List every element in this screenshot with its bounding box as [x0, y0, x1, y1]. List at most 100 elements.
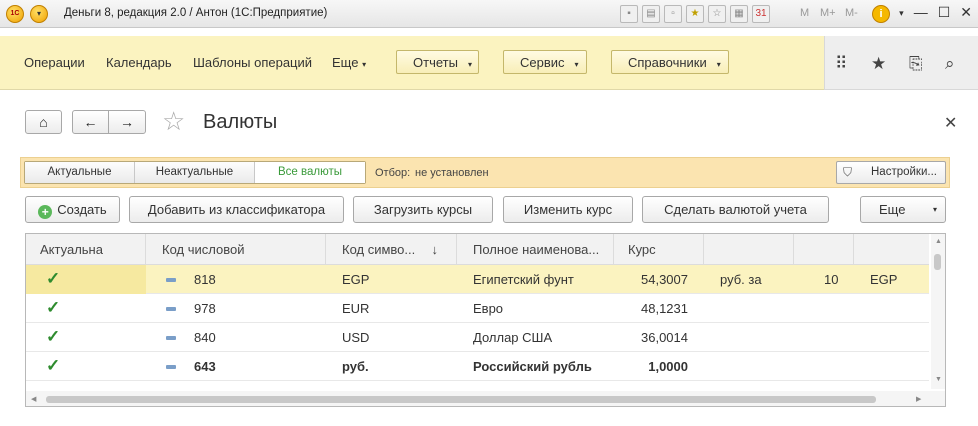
favorites-star-icon[interactable]: ★: [871, 54, 886, 74]
add-icon: +: [38, 205, 53, 219]
selected-cell: [26, 265, 146, 294]
memory-subtract-button[interactable]: M-: [845, 7, 858, 19]
reports-label: Отчеты: [413, 55, 458, 70]
cell-symbol: USD: [342, 330, 370, 345]
cell-name: Евро: [473, 301, 504, 316]
memory-add-button[interactable]: M+: [820, 7, 836, 19]
currency-table: Актуальна Код числовой Код симво... ↓ Пол…: [25, 233, 946, 407]
check-icon: ✓: [46, 269, 61, 288]
add-from-classifier-button[interactable]: Добавить из классификатора: [129, 196, 344, 223]
column-header-mult[interactable]: [794, 234, 854, 265]
service-label: Сервис: [520, 55, 565, 70]
window-title: Деньги 8, редакция 2.0 / Антон (1С:Предп…: [64, 7, 328, 19]
favorites-icon[interactable]: ☆: [708, 5, 726, 23]
check-icon: ✓: [46, 298, 61, 317]
column-header-unit[interactable]: [704, 234, 794, 265]
cell-rate: 1,0000: [648, 359, 688, 374]
dropdown-icon[interactable]: ▾: [899, 4, 904, 22]
home-button[interactable]: ⌂: [25, 110, 62, 134]
memory-button[interactable]: M: [800, 7, 809, 19]
close-icon[interactable]: ✕: [960, 4, 972, 22]
segment-all[interactable]: Все валюты: [255, 162, 365, 183]
horizontal-scrollbar[interactable]: ◀ ▶: [26, 391, 945, 406]
print-icon[interactable]: ▤: [642, 5, 660, 23]
favorite-add-icon[interactable]: ★: [686, 5, 704, 23]
cell-code: 978: [194, 301, 216, 316]
cell-symbol: руб.: [342, 359, 369, 374]
section-link-templates[interactable]: Шаблоны операций: [193, 55, 312, 70]
history-icon[interactable]: ⎘: [909, 54, 923, 74]
info-icon[interactable]: i: [872, 5, 890, 23]
cell-unit: руб. за: [720, 272, 762, 287]
make-accounting-currency-button[interactable]: Сделать валютой учета: [642, 196, 829, 223]
table-row[interactable]: ✓ 840 USD Доллар США 36,0014: [26, 323, 929, 352]
horizontal-scroll-thumb[interactable]: [46, 396, 876, 403]
cell-name: Египетский фунт: [473, 272, 574, 287]
column-header-code-symbol[interactable]: Код симво... ↓: [326, 234, 457, 265]
load-rates-button[interactable]: Загрузить курсы: [353, 196, 493, 223]
toolbar-icons: ▪ ▤ ▫ ★ ☆ ▦ 31: [620, 5, 770, 23]
preview-icon[interactable]: ▫: [664, 5, 682, 23]
segment-group: Актуальные Неактуальные Все валюты: [24, 161, 366, 184]
currency-status-icon: [166, 278, 176, 282]
section-link-operations[interactable]: Операции: [24, 55, 85, 70]
calculator-icon[interactable]: ▦: [730, 5, 748, 23]
column-header-base[interactable]: [854, 234, 929, 265]
scroll-right-icon[interactable]: ▶: [916, 395, 921, 403]
column-header-actual[interactable]: Актуальна: [26, 234, 146, 265]
favorite-star-icon[interactable]: ☆: [162, 106, 185, 137]
create-button[interactable]: + Создать: [25, 196, 120, 223]
chevron-down-icon: ▾: [467, 60, 472, 69]
scroll-down-icon[interactable]: ▼: [935, 376, 942, 383]
section-link-calendar[interactable]: Календарь: [106, 55, 172, 70]
arrow-left-icon: ←: [83, 114, 98, 130]
filter-settings-icon: ⛉: [843, 165, 853, 179]
cell-name: Доллар США: [473, 330, 553, 345]
check-icon: ✓: [46, 327, 61, 346]
service-button[interactable]: Сервис ▾: [503, 50, 587, 74]
search-icon[interactable]: ⌕: [945, 54, 955, 74]
check-icon: ✓: [46, 356, 61, 375]
table-row[interactable]: ✓ 818 EGP Египетский фунт 54,3007 руб. з…: [26, 265, 929, 294]
save-icon[interactable]: ▪: [620, 5, 638, 23]
back-button[interactable]: ←: [72, 110, 109, 134]
column-header-code-numeric[interactable]: Код числовой: [146, 234, 326, 265]
table-row[interactable]: ✓ 978 EUR Евро 48,1231: [26, 294, 929, 323]
scroll-up-icon[interactable]: ▲: [935, 238, 942, 245]
scroll-left-icon[interactable]: ◀: [31, 395, 36, 403]
change-rate-button[interactable]: Изменить курс: [503, 196, 633, 223]
page-title: Валюты: [203, 111, 278, 133]
segment-inactual[interactable]: Неактуальные: [135, 162, 255, 183]
app-logo-icon[interactable]: 1C: [6, 5, 24, 23]
vertical-scroll-thumb[interactable]: [934, 254, 941, 270]
cell-code: 643: [194, 359, 216, 374]
window-titlebar: 1C ▾ Деньги 8, редакция 2.0 / Антон (1С:…: [0, 0, 978, 28]
section-link-more[interactable]: Еще ▾: [332, 55, 366, 70]
more-actions-button[interactable]: Еще ▾: [860, 196, 946, 223]
settings-button[interactable]: ⛉ Настройки...: [836, 161, 946, 184]
calendar-icon[interactable]: 31: [752, 5, 770, 23]
column-header-rate[interactable]: Курс: [614, 234, 704, 265]
chevron-down-icon: ▾: [574, 60, 579, 69]
table-row[interactable]: ✓ 643 руб. Российский рубль 1,0000: [26, 352, 929, 381]
maximize-icon[interactable]: ☐: [938, 4, 951, 22]
forward-button[interactable]: →: [108, 110, 146, 134]
cell-rate: 48,1231: [641, 301, 688, 316]
main-menu-icon[interactable]: ▾: [30, 5, 48, 23]
settings-label: Настройки...: [871, 166, 937, 178]
filter-value[interactable]: не установлен: [415, 167, 489, 179]
sort-desc-icon: ↓: [431, 242, 439, 257]
chevron-down-icon: ▾: [716, 60, 721, 69]
vertical-scrollbar[interactable]: ▲ ▼: [931, 234, 945, 389]
currency-status-icon: [166, 307, 176, 311]
column-header-full-name[interactable]: Полное наименова...: [457, 234, 614, 265]
cell-base: EGP: [870, 272, 898, 287]
references-button[interactable]: Справочники ▾: [611, 50, 729, 74]
code-symbol-label: Код симво...: [342, 242, 416, 257]
minimize-icon[interactable]: —: [914, 4, 928, 22]
reports-button[interactable]: Отчеты ▾: [396, 50, 479, 74]
cell-rate: 36,0014: [641, 330, 688, 345]
all-functions-icon[interactable]: ⠿: [835, 54, 847, 74]
segment-actual[interactable]: Актуальные: [25, 162, 135, 183]
close-form-icon[interactable]: ✕: [944, 113, 957, 133]
